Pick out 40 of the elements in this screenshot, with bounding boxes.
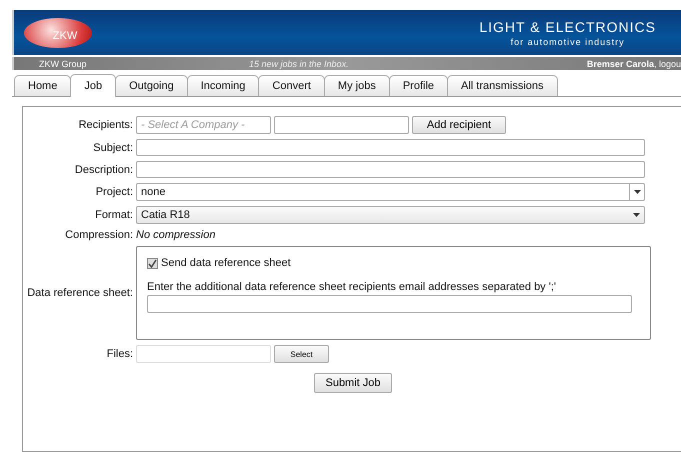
field-label: Project:	[94, 186, 133, 198]
brand-tagline: for automotive industry	[510, 36, 626, 46]
recipient-field[interactable]	[274, 116, 409, 134]
logo-text: ZKW	[52, 30, 78, 42]
tab[interactable]: Job	[70, 74, 116, 97]
field-label: Compression:	[64, 229, 133, 241]
checkbox[interactable]	[147, 258, 158, 268]
brand-title: LIGHT & ELECTRONICS	[479, 18, 656, 34]
inbox-message: 15 new jobs in the Inbox.	[249, 58, 350, 68]
field-label: Data reference sheet:	[26, 287, 133, 299]
field-label: Format:	[94, 209, 133, 221]
email-instructions: Enter the additional data reference sheet recipients email addresses separated by ';'	[147, 281, 557, 293]
submit-job-button[interactable]: Submit Job	[314, 373, 392, 393]
company-field[interactable]: - Select A Company -	[136, 116, 271, 134]
add-recipient-button[interactable]: Add recipient	[412, 116, 506, 134]
format-dropdown[interactable]: Catia R18	[136, 206, 645, 224]
caret-icon	[634, 190, 640, 194]
subject-field[interactable]	[136, 139, 645, 156]
description-field[interactable]	[136, 161, 645, 178]
field-label: Files:	[106, 348, 133, 360]
logout-link[interactable]: , logou	[654, 58, 681, 68]
select-button[interactable]: Select	[274, 345, 329, 363]
compression-value: No compression	[136, 229, 216, 241]
checkbox-label: Send data reference sheet	[161, 257, 291, 269]
tab[interactable]: Home	[14, 75, 72, 96]
caret-icon	[633, 213, 640, 217]
user-name: Bremser Carola	[586, 58, 654, 68]
tab[interactable]: Profile	[388, 75, 448, 96]
field-label: Description:	[74, 164, 133, 176]
tab[interactable]: Incoming	[186, 75, 260, 96]
tab[interactable]: All transmissions	[447, 75, 558, 96]
file-field[interactable]	[136, 345, 271, 363]
field-label: Subject:	[92, 142, 133, 154]
tab[interactable]: Convert	[258, 75, 325, 96]
tab[interactable]: My jobs	[324, 75, 390, 96]
project-dropdown[interactable]: none	[136, 183, 645, 201]
email-field[interactable]	[147, 295, 632, 313]
group-name: ZKW Group	[38, 58, 88, 68]
tab[interactable]: Outgoing	[115, 75, 188, 96]
field-label: Recipients:	[78, 119, 133, 131]
